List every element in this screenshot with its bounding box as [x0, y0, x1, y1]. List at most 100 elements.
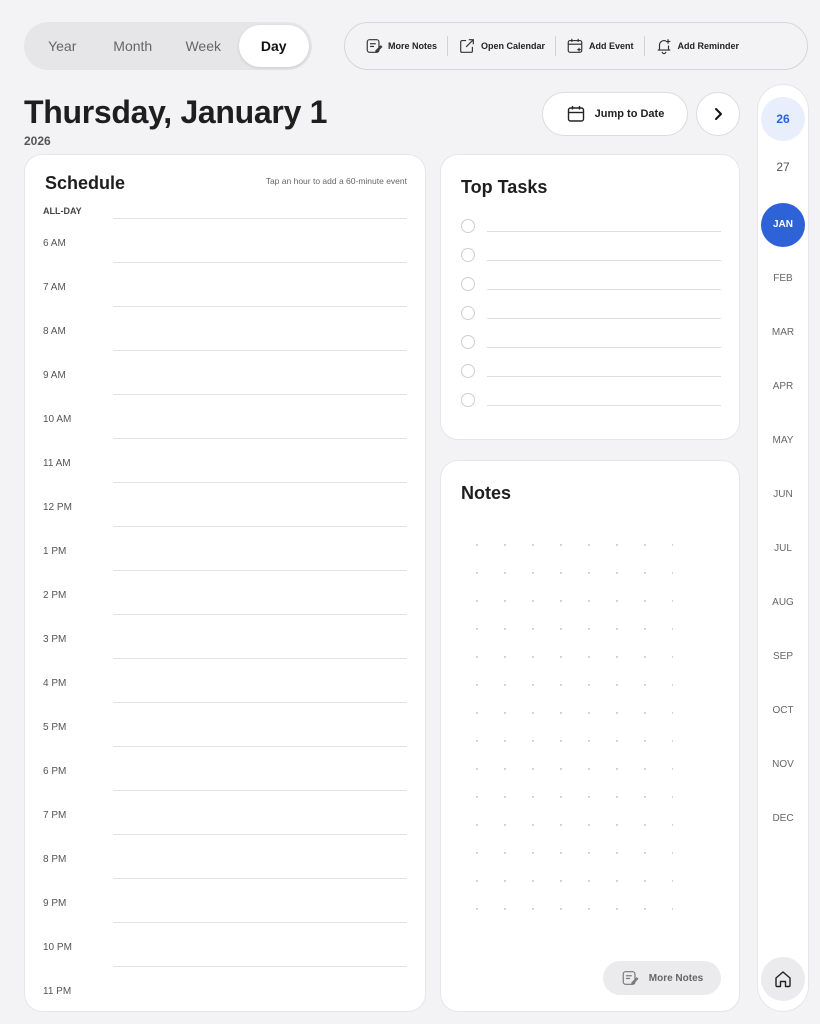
schedule-title: Schedule: [45, 173, 126, 193]
rail-month-jun[interactable]: JUN: [761, 473, 805, 517]
top-tasks-card: Top Tasks: [440, 154, 740, 440]
open-calendar-button[interactable]: Open Calendar: [448, 37, 555, 55]
hour-row[interactable]: 11 PM: [25, 967, 425, 1011]
hour-label: 9 PM: [43, 898, 67, 909]
task-input-line[interactable]: [487, 289, 721, 290]
task-checkbox[interactable]: [461, 364, 475, 378]
add-event-button[interactable]: Add Event: [556, 37, 644, 55]
view-week-tab[interactable]: Week: [168, 25, 239, 67]
hour-row[interactable]: 2 PM: [25, 571, 425, 615]
hour-label: 8 PM: [43, 854, 67, 865]
task-checkbox[interactable]: [461, 219, 475, 233]
task-checkbox[interactable]: [461, 248, 475, 262]
more-notes-button[interactable]: More Notes: [355, 37, 447, 55]
task-input-line[interactable]: [487, 231, 721, 232]
view-day-tab[interactable]: Day: [238, 25, 309, 67]
home-button[interactable]: [761, 957, 805, 1001]
task-checkbox[interactable]: [461, 306, 475, 320]
hour-row[interactable]: 10 PM: [25, 923, 425, 967]
task-checkbox[interactable]: [461, 335, 475, 349]
jump-to-date-label: Jump to Date: [594, 108, 665, 120]
bell-plus-icon: [657, 39, 670, 55]
all-day-label: ALL-DAY: [43, 206, 82, 216]
task-row: [459, 211, 721, 240]
hour-row[interactable]: 6 AM: [25, 219, 425, 263]
more-notes-label: More Notes: [388, 41, 438, 51]
hour-row[interactable]: 11 AM: [25, 439, 425, 483]
add-reminder-label: Add Reminder: [677, 41, 740, 51]
view-switcher: Year Month Week Day: [24, 22, 312, 70]
hour-label: 5 PM: [43, 722, 67, 733]
task-row: [459, 356, 721, 385]
hour-label: 7 AM: [43, 282, 66, 293]
hour-label: 10 AM: [43, 414, 72, 425]
view-year-tab[interactable]: Year: [27, 25, 98, 67]
hour-row[interactable]: 9 PM: [25, 879, 425, 923]
schedule-hint: Tap an hour to add a 60-minute event: [265, 176, 407, 186]
open-calendar-label: Open Calendar: [481, 41, 546, 51]
task-row: [459, 269, 721, 298]
hour-row[interactable]: 9 AM: [25, 351, 425, 395]
hour-row[interactable]: 12 PM: [25, 483, 425, 527]
task-row: [459, 298, 721, 327]
rail-month-apr[interactable]: APR: [761, 365, 805, 409]
hour-label: 12 PM: [43, 502, 72, 513]
hour-label: 4 PM: [43, 678, 67, 689]
hour-label: 3 PM: [43, 634, 67, 645]
rail-month-jan[interactable]: JAN: [761, 203, 805, 247]
task-row: [459, 385, 721, 414]
schedule-card: Schedule Tap an hour to add a 60-minute …: [24, 154, 426, 1012]
note-pencil-icon: [622, 971, 639, 985]
task-input-line[interactable]: [487, 318, 721, 319]
task-input-line[interactable]: [487, 347, 721, 348]
hour-row[interactable]: 8 AM: [25, 307, 425, 351]
rail-year-27[interactable]: 27: [761, 145, 805, 189]
hour-row[interactable]: 7 AM: [25, 263, 425, 307]
hour-row[interactable]: 7 PM: [25, 791, 425, 835]
hour-row[interactable]: 4 PM: [25, 659, 425, 703]
rail-month-oct[interactable]: OCT: [761, 689, 805, 733]
hour-label: 11 PM: [43, 986, 72, 997]
task-input-line[interactable]: [487, 405, 721, 406]
hour-label: 6 PM: [43, 766, 67, 777]
task-list: [459, 211, 721, 414]
rail-month-aug[interactable]: AUG: [761, 581, 805, 625]
hour-row[interactable]: 6 PM: [25, 747, 425, 791]
hour-row[interactable]: 8 PM: [25, 835, 425, 879]
hour-row[interactable]: 10 AM: [25, 395, 425, 439]
rail-month-sep[interactable]: SEP: [761, 635, 805, 679]
jump-to-date-button[interactable]: Jump to Date: [542, 92, 688, 136]
hour-label: 1 PM: [43, 546, 67, 557]
rail-month-nov[interactable]: NOV: [761, 743, 805, 787]
hour-row[interactable]: 5 PM: [25, 703, 425, 747]
rail-month-feb[interactable]: FEB: [761, 257, 805, 301]
notes-more-button[interactable]: More Notes: [603, 961, 721, 995]
top-tasks-title: Top Tasks: [461, 177, 548, 197]
notes-dot-grid[interactable]: [463, 531, 673, 931]
add-reminder-button[interactable]: Add Reminder: [645, 37, 750, 55]
notes-more-label: More Notes: [648, 972, 704, 984]
task-checkbox[interactable]: [461, 277, 475, 291]
hour-label: 10 PM: [43, 942, 72, 953]
rail-month-may[interactable]: MAY: [761, 419, 805, 463]
rail-month-dec[interactable]: DEC: [761, 797, 805, 841]
rail-month-mar[interactable]: MAR: [761, 311, 805, 355]
notes-title: Notes: [461, 483, 512, 503]
rail-year-26[interactable]: 26: [761, 97, 805, 141]
hour-row[interactable]: 3 PM: [25, 615, 425, 659]
task-input-line[interactable]: [487, 376, 721, 377]
home-icon: [775, 971, 791, 988]
hour-list: 6 AM 7 AM 8 AM 9 AM 10 AM 11 AM 12 PM 1 PM 2 PM 3…: [25, 219, 425, 1011]
month-rail: 26 27 JAN FEB MAR APR MAY JUN JUL AUG SEP OCT NOV DEC: [757, 84, 809, 1012]
task-input-line[interactable]: [487, 260, 721, 261]
next-day-button[interactable]: [696, 92, 740, 136]
hour-row[interactable]: 1 PM: [25, 527, 425, 571]
view-month-tab[interactable]: Month: [98, 25, 169, 67]
rail-month-jul[interactable]: JUL: [761, 527, 805, 571]
page-year: 2026: [24, 134, 51, 148]
hour-label: 8 AM: [43, 326, 66, 337]
add-event-label: Add Event: [589, 41, 634, 51]
page-title: Thursday, January 1: [24, 94, 328, 130]
task-checkbox[interactable]: [461, 393, 475, 407]
action-toolbar: More Notes Open Calendar Add Event Add R…: [344, 22, 808, 70]
